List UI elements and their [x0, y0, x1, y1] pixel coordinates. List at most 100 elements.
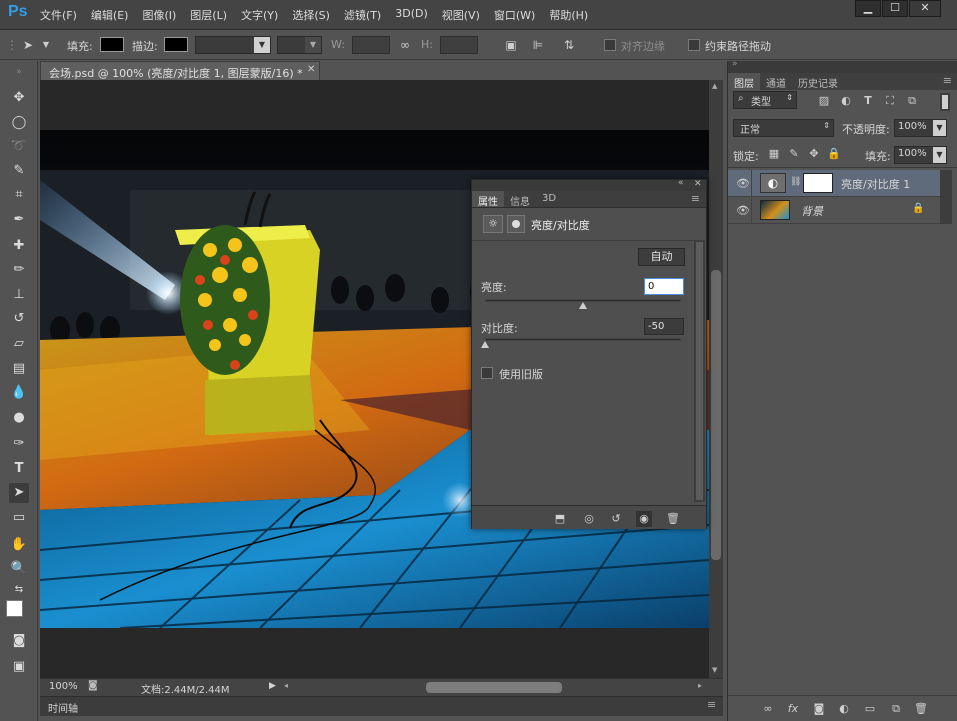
- path-alignment-icon[interactable]: ⊫: [530, 37, 546, 53]
- tab-history[interactable]: 历史记录: [792, 73, 844, 90]
- layer-mask-thumbnail[interactable]: [803, 173, 833, 193]
- shape-tool-icon[interactable]: ▭: [9, 508, 29, 528]
- vertical-scroll-thumb[interactable]: [711, 270, 721, 560]
- maximize-button[interactable]: ☐: [882, 0, 908, 17]
- quick-select-tool-icon[interactable]: ✎: [9, 161, 29, 181]
- contrast-input[interactable]: -50: [644, 318, 684, 335]
- contrast-slider-track[interactable]: [485, 338, 681, 341]
- new-group-icon[interactable]: ▭: [862, 701, 878, 717]
- lock-position-icon[interactable]: ✥: [806, 146, 822, 162]
- timeline-bar[interactable]: 时间轴 ≡: [40, 696, 723, 716]
- path-operations-icon[interactable]: ▣: [503, 37, 519, 53]
- layer-row-adjustment[interactable]: 👁 ◐ ⛓ 亮度/对比度 1: [728, 170, 940, 197]
- horizontal-scroll-thumb[interactable]: [426, 682, 562, 693]
- tab-3d[interactable]: 3D: [536, 191, 562, 207]
- properties-scroll-thumb[interactable]: [696, 242, 703, 500]
- pen-tool-icon[interactable]: ✑: [9, 434, 29, 454]
- screen-mode-icon[interactable]: ▣: [9, 657, 29, 677]
- path-arrangement-icon[interactable]: ⇅: [561, 37, 577, 53]
- eye-icon[interactable]: 👁: [736, 177, 750, 190]
- filter-adjustment-icon[interactable]: ◐: [838, 93, 854, 109]
- move-tool-icon[interactable]: ✥: [9, 88, 29, 108]
- menu-image[interactable]: 图像(I): [142, 7, 176, 23]
- type-tool-icon[interactable]: T: [9, 459, 29, 479]
- properties-scrollbar[interactable]: [694, 240, 705, 502]
- timeline-menu-icon[interactable]: ≡: [707, 698, 716, 711]
- status-icon[interactable]: ◙: [88, 680, 98, 691]
- view-previous-icon[interactable]: ◎: [581, 511, 597, 527]
- healing-brush-tool-icon[interactable]: ✚: [9, 236, 29, 256]
- filter-pixel-icon[interactable]: ▨: [816, 93, 832, 109]
- layer-row-background[interactable]: 👁 背景 🔒: [728, 197, 940, 224]
- mask-icon[interactable]: [507, 215, 525, 233]
- menu-view[interactable]: 视图(V): [442, 7, 480, 23]
- minimize-button[interactable]: ▁: [855, 0, 881, 17]
- layers-scrollbar[interactable]: [940, 170, 952, 224]
- scroll-down-icon[interactable]: ▼: [712, 666, 717, 674]
- document-tab[interactable]: 会场.psd @ 100% (亮度/对比度 1, 图层蒙版/16) * ✕: [40, 61, 320, 80]
- stroke-swatch[interactable]: [164, 37, 188, 52]
- brightness-slider-knob[interactable]: [579, 302, 587, 309]
- foreground-color-swatch[interactable]: [6, 600, 23, 617]
- contrast-slider-knob[interactable]: [481, 341, 489, 348]
- eraser-tool-icon[interactable]: ▱: [9, 334, 29, 354]
- scroll-right-icon[interactable]: ▸: [698, 681, 702, 690]
- blur-tool-icon[interactable]: 💧: [9, 383, 29, 403]
- delete-layer-icon[interactable]: 🗑: [913, 701, 929, 717]
- auto-button[interactable]: 自动: [638, 248, 685, 266]
- filter-smart-object-icon[interactable]: ⧉: [904, 93, 920, 109]
- opacity-field[interactable]: 100% ▼: [894, 119, 947, 137]
- menu-layer[interactable]: 图层(L): [190, 7, 227, 23]
- gradient-tool-icon[interactable]: ▤: [9, 359, 29, 379]
- hand-tool-icon[interactable]: ✋: [9, 535, 29, 555]
- width-field[interactable]: [352, 36, 390, 54]
- new-adjustment-layer-icon[interactable]: ◐: [836, 701, 852, 717]
- eye-icon[interactable]: 👁: [736, 204, 750, 217]
- close-button[interactable]: ✕: [909, 0, 941, 17]
- lock-transparent-icon[interactable]: ▦: [766, 146, 782, 162]
- path-select-tool-icon[interactable]: ➤: [20, 37, 36, 53]
- panel-menu-icon[interactable]: ≡: [937, 73, 957, 90]
- panel-group-header[interactable]: »: [728, 59, 957, 73]
- lasso-tool-icon[interactable]: ➰: [9, 137, 29, 157]
- stroke-width-dropdown[interactable]: ▼: [195, 36, 271, 54]
- zoom-level[interactable]: 100%: [49, 681, 78, 692]
- clone-stamp-tool-icon[interactable]: ⊥: [9, 285, 29, 305]
- brightness-input[interactable]: 0: [644, 278, 684, 295]
- layer-name[interactable]: 亮度/对比度 1: [841, 176, 910, 192]
- fill-swatch[interactable]: [100, 37, 124, 52]
- menu-type[interactable]: 文字(Y): [241, 7, 278, 23]
- menu-filter[interactable]: 滤镜(T): [344, 7, 381, 23]
- lock-image-icon[interactable]: ✎: [786, 146, 802, 162]
- align-edges-checkbox[interactable]: [604, 39, 616, 51]
- link-layers-icon[interactable]: ∞: [760, 701, 776, 717]
- history-brush-tool-icon[interactable]: ↺: [9, 309, 29, 329]
- close-tab-icon[interactable]: ✕: [307, 64, 315, 75]
- filter-type-icon[interactable]: T: [860, 93, 876, 109]
- menu-edit[interactable]: 编辑(E): [91, 7, 129, 23]
- menu-window[interactable]: 窗口(W): [494, 7, 535, 23]
- crop-tool-icon[interactable]: ⌗: [9, 185, 29, 205]
- tool-preset-chevron-icon[interactable]: ▼: [38, 37, 54, 53]
- menu-file[interactable]: 文件(F): [40, 7, 77, 23]
- constrain-path-checkbox[interactable]: [688, 39, 700, 51]
- delete-adjustment-icon[interactable]: 🗑: [665, 511, 681, 527]
- tab-properties[interactable]: 属性: [472, 191, 504, 208]
- collapse-panel-icon[interactable]: »: [732, 59, 738, 69]
- marquee-tool-icon[interactable]: ◯: [9, 113, 29, 133]
- swap-colors-icon[interactable]: ⇆: [9, 580, 29, 600]
- dodge-tool-icon[interactable]: ●: [9, 408, 29, 428]
- link-icon[interactable]: ∞: [397, 37, 413, 53]
- reset-icon[interactable]: ↺: [608, 511, 624, 527]
- scroll-left-icon[interactable]: ◂: [284, 681, 288, 690]
- menu-help[interactable]: 帮助(H): [549, 7, 588, 23]
- blend-mode-dropdown[interactable]: 正常 ⇕: [733, 119, 834, 137]
- visibility-eye-icon[interactable]: ◉: [636, 511, 652, 527]
- stroke-type-dropdown[interactable]: ▼: [277, 36, 322, 54]
- collapse-toolbar-icon[interactable]: »: [9, 62, 29, 82]
- collapse-panel-icon[interactable]: «: [678, 178, 684, 188]
- new-layer-icon[interactable]: ⧉: [888, 701, 904, 717]
- path-selection-tool-icon[interactable]: ➤: [9, 483, 29, 503]
- menu-3d[interactable]: 3D(D): [395, 7, 428, 23]
- add-mask-icon[interactable]: ◙: [811, 701, 827, 717]
